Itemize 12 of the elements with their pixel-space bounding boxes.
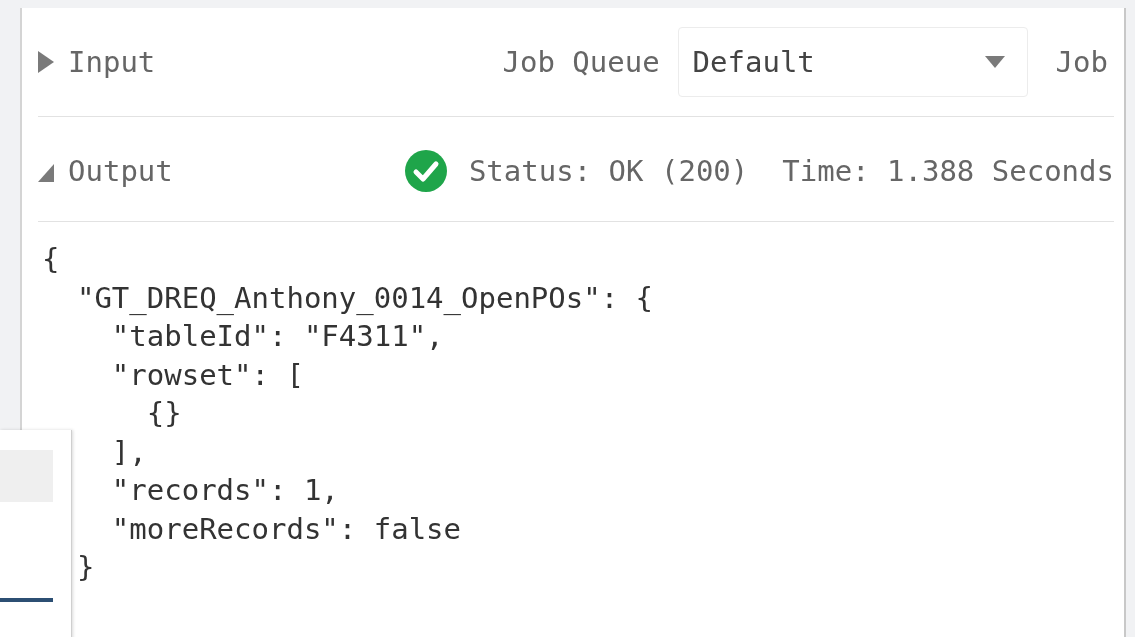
expand-triangle-icon[interactable] (38, 51, 54, 73)
check-circle-icon (404, 150, 447, 192)
job-queue-label: Job Queue (502, 45, 660, 79)
status-text: Status: OK (200) (468, 154, 749, 188)
json-response: { "GT_DREQ_Anthony_0014_OpenPOs": { "tableId": "F4311", "rowset": [ {} ], "records": 1, "moreRecords": false } (42, 241, 655, 586)
section-title[interactable]: Input (68, 45, 156, 79)
job-queue-dropdown[interactable]: Default (677, 27, 1028, 97)
job-label: Job (1055, 45, 1108, 79)
underline (0, 598, 53, 602)
section-title[interactable]: Output (68, 154, 173, 188)
caret-icon (984, 56, 1005, 68)
time-text: Time: 1.388 Seconds (782, 154, 1114, 188)
